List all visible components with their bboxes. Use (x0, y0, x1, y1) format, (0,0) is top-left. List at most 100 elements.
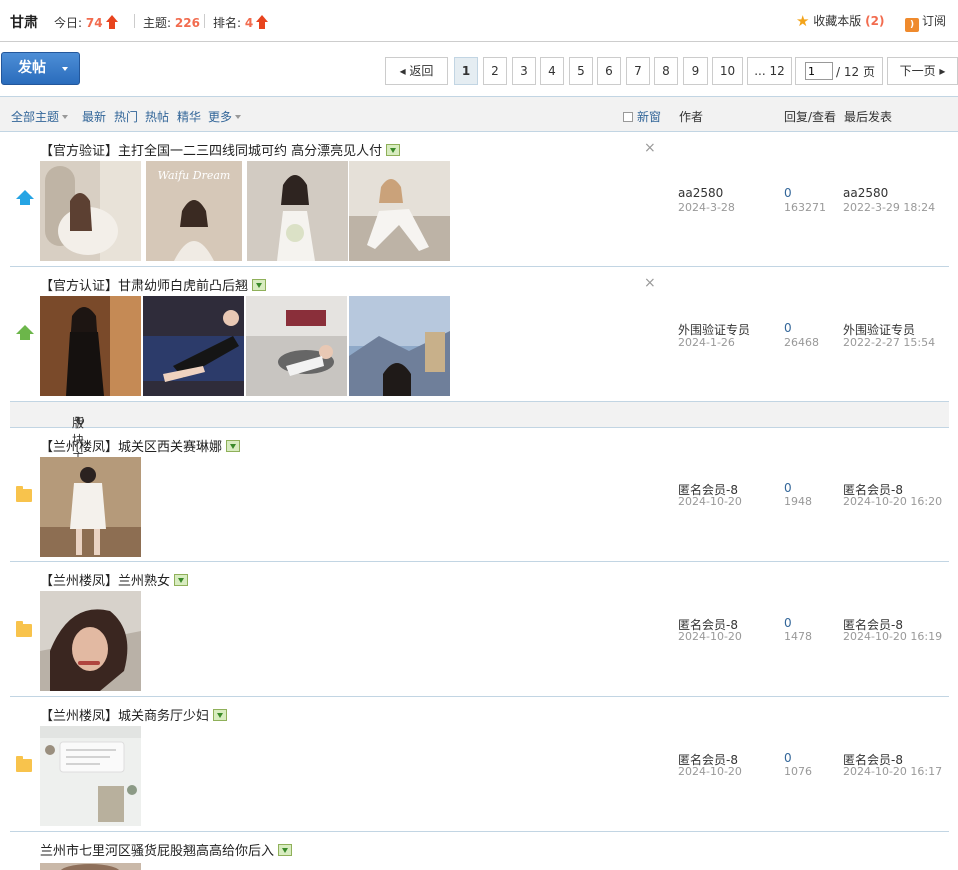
column-author: 作者 (679, 110, 704, 124)
new-post-button[interactable]: 发帖 (1, 52, 80, 85)
last-post-time[interactable]: 2024-10-20 16:20 (843, 495, 942, 508)
image-attachment-icon (386, 144, 401, 156)
filter-hot[interactable]: 热门 (114, 108, 138, 125)
today-count: 74 (85, 16, 103, 30)
page-link-last[interactable]: ... 12 (747, 57, 792, 85)
reply-count[interactable]: 0 (784, 751, 792, 765)
page-link[interactable]: 2 (483, 57, 507, 85)
view-count: 1948 (784, 495, 812, 508)
new-window-toggle[interactable]: 新窗 (623, 108, 661, 125)
page-link[interactable]: 5 (569, 57, 593, 85)
view-count: 26468 (784, 336, 819, 349)
thread-row: 【官方认证】甘肃幼师白虎前凸后翘 × 外围验证专员 2024-1-26 0 26… (10, 267, 949, 402)
thumbnail-image[interactable] (349, 296, 450, 396)
chevron-right-icon: ▸ (939, 64, 946, 78)
page-link[interactable]: 9 (683, 57, 708, 85)
page-jump-input[interactable] (805, 62, 833, 80)
rss-icon: ) (905, 18, 919, 32)
thread-date: 2024-3-28 (678, 201, 735, 214)
reply-count[interactable]: 0 (784, 321, 792, 335)
close-icon[interactable]: × (644, 275, 656, 291)
thumbnail-image[interactable] (40, 861, 141, 870)
pinned-forum-icon (16, 325, 34, 341)
thread-date: 2024-10-20 (678, 765, 742, 778)
chevron-left-icon: ◂ (399, 64, 406, 78)
filter-all[interactable]: 全部主题 (11, 108, 69, 125)
thumbnail-image[interactable] (143, 296, 244, 396)
page-link[interactable]: 3 (512, 57, 536, 85)
rank-stat: 排名: 4 (213, 14, 269, 31)
thread-date: 2024-10-20 (678, 495, 742, 508)
thread-title[interactable]: 【兰州楼凤】城关商务厅少妇 (40, 705, 228, 724)
rank-value: 4 (244, 16, 254, 30)
page-link[interactable]: 6 (597, 57, 621, 85)
refresh-icon[interactable]: ↻ (75, 414, 85, 428)
close-icon[interactable]: × (644, 140, 656, 156)
thumbnail-image[interactable]: Waifu Dream (146, 161, 242, 261)
chevron-down-icon (62, 67, 68, 71)
thread-filter-bar: 全部主题 最新 热门 热帖 精华 更多 新窗 作者 回复/查看 最后发表 (0, 96, 958, 132)
forum-title: 甘肃 (10, 15, 38, 31)
thread-author[interactable]: aa2580 (678, 186, 723, 200)
page-link[interactable]: 4 (540, 57, 564, 85)
folder-icon (16, 621, 32, 637)
pinned-global-icon (16, 190, 34, 206)
thumbnail-image[interactable] (40, 161, 141, 261)
page-link[interactable]: 10 (712, 57, 743, 85)
thumbnail-image[interactable] (247, 161, 348, 261)
filter-hot-posts[interactable]: 热帖 (145, 108, 169, 125)
image-attachment-icon (213, 709, 228, 721)
image-attachment-icon (252, 279, 267, 291)
thumbnail-image[interactable] (246, 296, 347, 396)
today-stat: 今日: 74 (54, 14, 118, 31)
page-total: / 12 页 (836, 65, 875, 79)
page-link[interactable]: 8 (654, 57, 678, 85)
filter-more[interactable]: 更多 (208, 108, 242, 125)
next-page-button[interactable]: 下一页 ▸ (887, 57, 958, 85)
divider (204, 14, 205, 28)
trend-up-icon (105, 15, 118, 29)
thumbnail-image[interactable] (349, 161, 450, 261)
page-link[interactable]: 7 (626, 57, 650, 85)
chevron-down-icon (62, 115, 69, 119)
image-attachment-icon (226, 440, 241, 452)
reply-count[interactable]: 0 (784, 481, 792, 495)
last-post-time[interactable]: 2024-10-20 16:17 (843, 765, 942, 778)
column-replies: 回复/查看 (784, 110, 837, 124)
last-post-time[interactable]: 2022-3-29 18:24 (843, 201, 935, 214)
thread-row: 【官方验证】主打全国一二三四线同城可约 高分漂亮见人付 × Waifu Drea… (10, 132, 949, 267)
subscribe-link[interactable]: ) 订阅 (905, 12, 946, 32)
thumbnail-image[interactable] (40, 726, 141, 826)
thread-date: 2024-10-20 (678, 630, 742, 643)
page-link[interactable]: 1 (454, 57, 478, 85)
thread-title[interactable]: 【兰州楼凤】城关区西关赛琳娜 (40, 436, 241, 455)
thread-title[interactable]: 【官方认证】甘肃幼师白虎前凸后翘 (40, 275, 267, 294)
folder-icon (16, 486, 32, 502)
thread-title[interactable]: 【兰州楼凤】兰州熟女 (40, 570, 189, 589)
thumbnail-image[interactable] (40, 591, 141, 691)
divider (134, 14, 135, 28)
last-poster[interactable]: aa2580 (843, 186, 888, 200)
view-count: 1478 (784, 630, 812, 643)
reply-count[interactable]: 0 (784, 616, 792, 630)
filter-digest[interactable]: 精华 (177, 108, 201, 125)
checkbox[interactable] (623, 112, 633, 122)
last-post-time[interactable]: 2022-2-27 15:54 (843, 336, 935, 349)
thumbnail-image[interactable] (40, 457, 141, 557)
thumbnail-text: Waifu Dream (158, 169, 231, 182)
thread-date: 2024-1-26 (678, 336, 735, 349)
thread-title[interactable]: 【官方验证】主打全国一二三四线同城可约 高分漂亮见人付 (40, 140, 401, 159)
favorite-forum-link[interactable]: ★ 收藏本版 (2) (796, 12, 884, 30)
thread-row: 【兰州楼凤】城关商务厅少妇 匿名会员-8 2024-10-20 0 1076 匿… (10, 697, 949, 832)
column-last-post: 最后发表 (844, 110, 893, 124)
chevron-down-icon (235, 115, 242, 119)
thread-row: 【兰州楼凤】兰州熟女 匿名会员-8 2024-10-20 0 1478 匿名会员… (10, 562, 949, 697)
back-button[interactable]: ◂ 返回 (385, 57, 448, 85)
last-post-time[interactable]: 2024-10-20 16:19 (843, 630, 942, 643)
thumbnail-image[interactable] (40, 296, 141, 396)
filter-latest[interactable]: 最新 (82, 108, 106, 125)
reply-count[interactable]: 0 (784, 186, 792, 200)
star-icon: ★ (796, 12, 810, 30)
thread-title[interactable]: 兰州市七里河区骚货屁股翘高高给你后入 (40, 840, 293, 859)
forum-threads-header: 版块主题↻ (10, 402, 949, 481)
